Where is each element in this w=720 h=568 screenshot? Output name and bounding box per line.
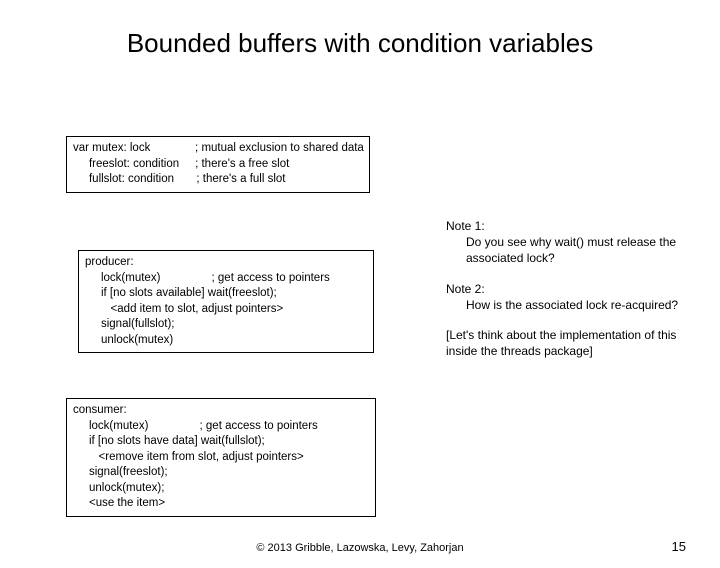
copyright: © 2013 Gribble, Lazowska, Levy, Zahorjan: [0, 542, 720, 554]
footer: © 2013 Gribble, Lazowska, Levy, Zahorjan…: [0, 542, 720, 554]
note-3-body: [Let's think about the implementation of…: [446, 327, 686, 359]
consumer-box: consumer: lock(mutex) ; get access to po…: [66, 398, 376, 517]
page-number: 15: [672, 539, 686, 554]
producer-box: producer: lock(mutex) ; get access to po…: [78, 250, 374, 353]
note-2-body: How is the associated lock re-acquired?: [466, 297, 686, 313]
note-2-head: Note 2:: [446, 281, 686, 297]
note-1: Note 1: Do you see why wait() must relea…: [446, 218, 686, 267]
notes-area: Note 1: Do you see why wait() must relea…: [446, 218, 686, 373]
declarations-box: var mutex: lock ; mutual exclusion to sh…: [66, 136, 370, 193]
note-2: Note 2: How is the associated lock re-ac…: [446, 281, 686, 313]
note-3: [Let's think about the implementation of…: [446, 327, 686, 359]
page-title: Bounded buffers with condition variables: [0, 28, 720, 59]
note-1-head: Note 1:: [446, 218, 686, 234]
note-1-body: Do you see why wait() must release the a…: [466, 234, 686, 266]
